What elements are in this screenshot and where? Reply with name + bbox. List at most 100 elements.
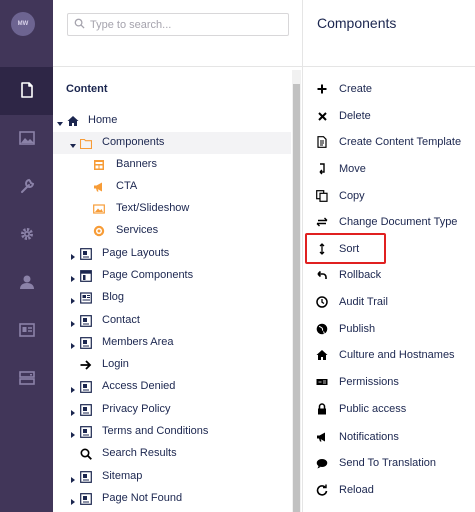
id-card-icon xyxy=(18,322,35,341)
tree-node-members-area[interactable]: Members Area xyxy=(53,332,291,354)
page-icon xyxy=(80,493,92,505)
tree-node-text-slideshow[interactable]: Text/Slideshow xyxy=(53,198,291,220)
tree-node-access-denied[interactable]: Access Denied xyxy=(53,376,291,398)
tree-node-search-results[interactable]: Search Results xyxy=(53,443,291,465)
action-culture-hostnames[interactable]: Culture and Hostnames xyxy=(303,342,475,368)
tree-node-components[interactable]: Components xyxy=(53,132,291,154)
reload-icon xyxy=(316,484,328,496)
tree-scrollbar[interactable] xyxy=(292,70,301,512)
tree-node-terms[interactable]: Terms and Conditions xyxy=(53,421,291,443)
action-label: Reload xyxy=(339,484,374,496)
lock-icon xyxy=(316,403,328,415)
section-settings[interactable] xyxy=(0,163,53,211)
action-public-access[interactable]: Public access xyxy=(303,396,475,422)
caret-right-icon[interactable] xyxy=(70,340,76,349)
move-icon xyxy=(316,163,328,175)
action-delete[interactable]: Delete xyxy=(303,103,475,129)
section-forms[interactable] xyxy=(0,355,53,403)
globe-icon xyxy=(316,323,328,335)
document-icon xyxy=(19,81,35,101)
chat-icon xyxy=(316,457,328,469)
action-move[interactable]: Move xyxy=(303,156,475,182)
tree-node-home[interactable]: Home xyxy=(53,110,291,132)
tree-node-page-layouts[interactable]: Page Layouts xyxy=(53,243,291,265)
divider xyxy=(53,66,303,67)
caret-right-icon[interactable] xyxy=(70,496,76,505)
plus-icon xyxy=(316,83,328,95)
action-label: Copy xyxy=(339,190,365,202)
section-members[interactable] xyxy=(0,307,53,355)
action-label: Delete xyxy=(339,110,371,122)
tree-node-contact[interactable]: Contact xyxy=(53,310,291,332)
search-box[interactable] xyxy=(67,13,289,36)
tree-node-label: Home xyxy=(88,114,118,126)
tree-node-label: CTA xyxy=(116,180,138,192)
swap-icon xyxy=(316,216,328,228)
home-icon xyxy=(67,115,79,127)
caret-right-icon[interactable] xyxy=(70,429,76,438)
action-label: Rollback xyxy=(339,269,382,281)
action-label: Create Content Template xyxy=(339,136,462,148)
avatar[interactable]: MW xyxy=(11,12,35,36)
tree-node-label: Blog xyxy=(102,291,125,303)
gear-icon xyxy=(19,226,35,245)
page-icon xyxy=(80,381,92,393)
caret-down-icon[interactable] xyxy=(70,140,76,148)
tree-node-page-components[interactable]: Page Components xyxy=(53,265,291,287)
clock-icon xyxy=(316,296,328,308)
caret-down-icon[interactable] xyxy=(57,118,63,126)
caret-right-icon[interactable] xyxy=(70,251,76,260)
action-create[interactable]: Create xyxy=(303,76,475,102)
search-input[interactable] xyxy=(90,18,280,31)
caret-right-icon[interactable] xyxy=(70,474,76,483)
tree-node-login[interactable]: Login xyxy=(53,354,291,376)
rollback-icon xyxy=(316,269,328,281)
action-label: Change Document Type xyxy=(339,216,458,228)
action-copy[interactable]: Copy xyxy=(303,183,475,209)
action-change-document-type[interactable]: Change Document Type xyxy=(303,209,475,235)
arrow-right-icon xyxy=(80,359,92,371)
caret-right-icon[interactable] xyxy=(70,384,76,393)
template-icon xyxy=(316,136,328,148)
action-label: Create xyxy=(339,83,373,95)
tree-node-cta[interactable]: CTA xyxy=(53,176,291,198)
caret-right-icon[interactable] xyxy=(70,273,76,282)
section-content[interactable] xyxy=(0,67,53,115)
picture-icon xyxy=(93,203,105,215)
action-rollback[interactable]: Rollback xyxy=(303,262,475,288)
action-create-content-template[interactable]: Create Content Template xyxy=(303,129,475,155)
caret-right-icon[interactable] xyxy=(70,295,76,304)
action-audit-trail[interactable]: Audit Trail xyxy=(303,289,475,315)
tree-node-label: Privacy Policy xyxy=(102,403,171,415)
tree-node-label: Access Denied xyxy=(102,380,176,392)
tree-node-page-not-found[interactable]: Page Not Found xyxy=(53,488,291,510)
tree-node-label: Terms and Conditions xyxy=(102,425,209,437)
megaphone-icon xyxy=(93,181,105,193)
permissions-icon xyxy=(316,376,328,388)
search-icon xyxy=(80,448,92,460)
action-label: Notifications xyxy=(339,431,399,443)
tree-node-label: Banners xyxy=(116,158,157,170)
tree-node-label: Search Results xyxy=(102,447,177,459)
target-icon xyxy=(93,225,105,237)
action-reload[interactable]: Reload xyxy=(303,477,475,503)
section-media[interactable] xyxy=(0,115,53,163)
action-notifications[interactable]: Notifications xyxy=(303,424,475,450)
action-permissions[interactable]: Permissions xyxy=(303,369,475,395)
tree-node-privacy-policy[interactable]: Privacy Policy xyxy=(53,399,291,421)
action-label: Publish xyxy=(339,323,376,335)
tree-node-services[interactable]: Services xyxy=(53,220,291,242)
tree-node-sitemap[interactable]: Sitemap xyxy=(53,466,291,488)
section-packages[interactable] xyxy=(0,211,53,259)
page-icon xyxy=(80,471,92,483)
tree-node-banners[interactable]: Banners xyxy=(53,154,291,176)
search-icon xyxy=(74,18,85,32)
caret-right-icon[interactable] xyxy=(70,407,76,416)
action-send-to-translation[interactable]: Send To Translation xyxy=(303,450,475,476)
section-users[interactable] xyxy=(0,259,53,307)
caret-right-icon[interactable] xyxy=(70,318,76,327)
tree-node-label: Text/Slideshow xyxy=(116,202,190,214)
tree-node-blog[interactable]: Blog xyxy=(53,287,291,309)
scrollbar-thumb[interactable] xyxy=(293,84,300,512)
action-publish[interactable]: Publish xyxy=(303,316,475,342)
